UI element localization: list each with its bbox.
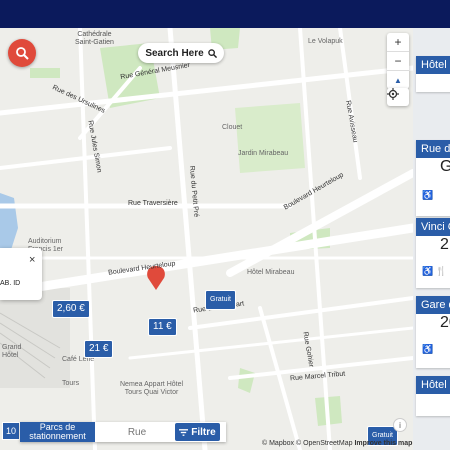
label-hotel-mirabeau: Hôtel Mirabeau xyxy=(247,269,295,276)
price-marker[interactable]: 2,60 € xyxy=(52,300,90,318)
result-card-title: Vinci C xyxy=(416,218,450,236)
result-card-value: G xyxy=(440,158,450,175)
park-area xyxy=(238,368,255,393)
street-search-input[interactable] xyxy=(100,422,174,442)
accessibility-icon: ♿ xyxy=(422,344,434,354)
results-side-panel[interactable]: Hôtel Rue du G ♿ Vinci C 2 ♿ 🍴 Gare d 20… xyxy=(413,28,450,450)
map-attribution[interactable]: © Mapbox © OpenStreetMap Improve this ma… xyxy=(262,440,412,447)
close-icon[interactable]: × xyxy=(29,254,35,266)
map-controls: + − ▲ xyxy=(387,33,409,89)
result-card[interactable]: Rue du G ♿ xyxy=(416,140,450,216)
park-area xyxy=(30,68,60,78)
search-icon xyxy=(16,47,29,60)
zoom-out-button[interactable]: − xyxy=(387,52,409,71)
result-card[interactable]: Hôtel xyxy=(416,56,450,92)
price-marker[interactable]: 21 € xyxy=(84,340,114,358)
price-marker[interactable]: 10 xyxy=(2,422,20,440)
result-card-title: Hôtel xyxy=(416,376,450,394)
search-location-button[interactable] xyxy=(8,39,36,67)
amenity-icons: ♿ 🍴 xyxy=(422,266,447,276)
label-clouet: Clouet xyxy=(222,124,243,131)
search-here-label: Search Here xyxy=(145,47,204,59)
popup-text: AB. ID xyxy=(0,280,21,287)
filter-icon xyxy=(179,428,189,436)
result-card-title: Rue du xyxy=(416,140,450,158)
label-le-volapuk: Le Volapuk xyxy=(308,38,343,45)
jardin-mirabeau-park xyxy=(235,103,305,173)
filter-label: Filtre xyxy=(191,426,216,438)
zoom-in-button[interactable]: + xyxy=(387,33,409,52)
result-card[interactable]: Gare d 20 ♿ xyxy=(416,296,450,368)
result-card-title: Hôtel xyxy=(416,56,450,74)
info-icon[interactable]: i xyxy=(393,418,407,432)
filter-button[interactable]: Filtre xyxy=(175,423,220,441)
price-marker[interactable]: 11 € xyxy=(148,318,177,336)
crosshair-icon xyxy=(387,88,399,100)
compass-button[interactable]: ▲ xyxy=(387,71,409,89)
price-marker-free[interactable]: Gratuit xyxy=(205,290,237,310)
label-rue-traversiere: Rue Traversière xyxy=(128,200,178,207)
label-grand-hotel: Grand Hôtel xyxy=(2,344,22,359)
result-card-value: 2 xyxy=(440,236,449,253)
result-card-value: 20 xyxy=(440,314,450,331)
search-here-button[interactable]: Search Here xyxy=(138,43,224,63)
parking-type-button[interactable]: Parcs de stationnement xyxy=(20,422,95,442)
result-card[interactable]: Vinci C 2 ♿ 🍴 xyxy=(416,218,450,288)
top-app-bar xyxy=(0,0,450,28)
search-icon xyxy=(207,48,217,58)
label-cathedral: Cathédrale Saint-Gatien xyxy=(75,31,114,46)
map-popup: × AB. ID xyxy=(0,248,42,300)
label-tours: Tours xyxy=(62,380,80,387)
map-view[interactable]: Cathédrale Saint-Gatien Rue Général Meusn… xyxy=(0,28,413,450)
geolocate-button[interactable] xyxy=(387,88,409,106)
accessibility-icon: ♿ xyxy=(422,190,434,200)
bottom-search-bar: Parcs destationnement Filtre xyxy=(20,422,226,442)
label-nemea: Nemea Appart Hôtel Tours Quai Victor xyxy=(120,381,184,396)
result-card[interactable]: Hôtel xyxy=(416,376,450,416)
label-jardin-mirabeau: Jardin Mirabeau xyxy=(238,150,289,157)
result-card-title: Gare d xyxy=(416,296,450,314)
